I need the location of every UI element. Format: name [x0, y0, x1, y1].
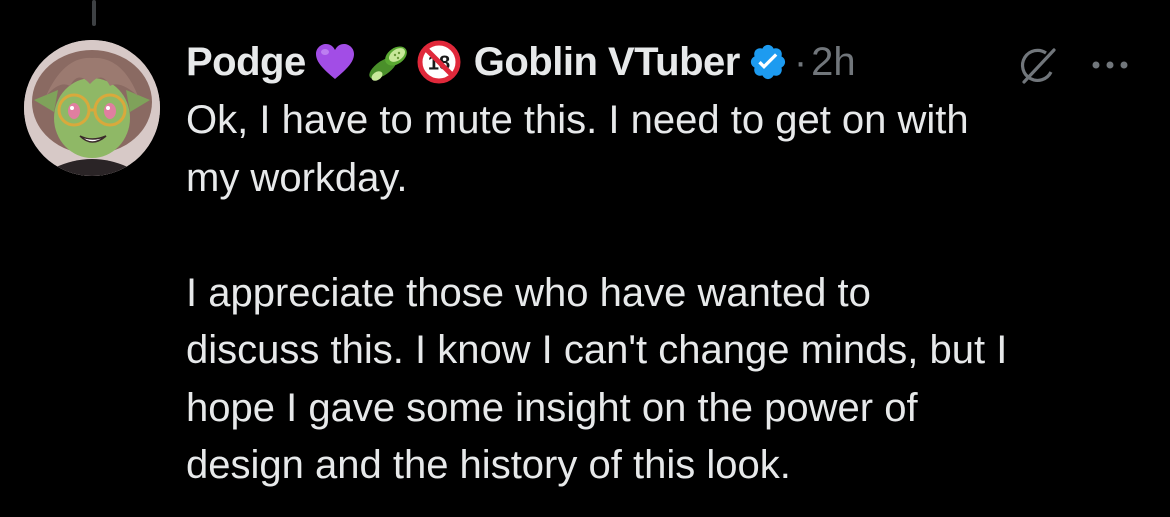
- tweet-content: Podge 18 Gobl: [186, 34, 1140, 495]
- tweet-text: Ok, I have to mute this. I need to get o…: [186, 98, 1008, 487]
- tweet-header: Podge 18 Gobl: [186, 34, 1140, 90]
- more-options-icon[interactable]: [1086, 54, 1136, 76]
- purple-heart-icon: [312, 39, 358, 85]
- header-separator: ·: [793, 40, 808, 84]
- display-name-suffix[interactable]: Goblin VTuber: [474, 34, 741, 90]
- verified-badge-icon[interactable]: [748, 42, 788, 82]
- timestamp[interactable]: 2h: [811, 34, 856, 90]
- display-name[interactable]: Podge: [186, 34, 306, 90]
- cucumber-icon: [364, 39, 410, 85]
- avatar[interactable]: [24, 40, 160, 176]
- thread-connector-line: [92, 0, 96, 26]
- no-one-under-eighteen-icon: 18: [416, 39, 462, 85]
- avatar-image: [24, 40, 160, 176]
- grok-icon[interactable]: [1016, 44, 1060, 88]
